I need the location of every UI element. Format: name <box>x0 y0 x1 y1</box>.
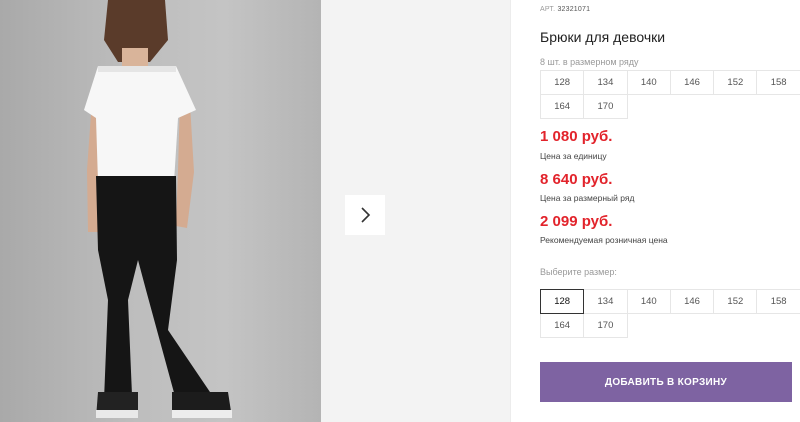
add-to-cart-button[interactable]: ДОБАВИТЬ В КОРЗИНУ <box>540 362 792 402</box>
series-size-cell: 170 <box>583 94 628 119</box>
choose-size-label: Выберите размер: <box>540 267 617 277</box>
product-gallery <box>0 0 510 422</box>
size-option-170[interactable]: 170 <box>583 313 628 338</box>
next-image-button[interactable] <box>345 195 385 235</box>
chevron-right-icon <box>361 207 371 223</box>
series-size-cell: 164 <box>540 94 585 119</box>
size-option-134[interactable]: 134 <box>583 289 628 314</box>
size-option-146[interactable]: 146 <box>669 289 715 314</box>
size-select-grid: 128 134 140 146 152 158 164 170 <box>540 289 800 338</box>
series-size-cell: 128 <box>540 70 585 95</box>
size-series-grid: 128 134 140 146 152 158 164 170 <box>540 70 800 119</box>
article-label: АРТ. <box>540 6 556 13</box>
product-photo-illustration <box>84 0 232 418</box>
size-series-label: 8 шт. в размерном ряду <box>540 57 639 67</box>
product-title: Брюки для девочки <box>540 29 666 45</box>
unit-price-note: Цена за единицу <box>540 151 607 161</box>
size-option-164[interactable]: 164 <box>540 313 585 338</box>
series-size-cell: 158 <box>756 70 800 95</box>
size-option-158[interactable]: 158 <box>756 289 800 314</box>
size-option-152[interactable]: 152 <box>713 289 758 314</box>
article-number: АРТ. 32321071 <box>540 6 590 13</box>
series-price: 8 640 руб. <box>540 171 613 188</box>
article-value: 32321071 <box>557 6 591 13</box>
series-size-cell: 140 <box>626 70 671 95</box>
retail-price: 2 099 руб. <box>540 213 613 230</box>
panel-divider <box>510 0 511 422</box>
series-size-cell: 134 <box>583 70 628 95</box>
size-option-140[interactable]: 140 <box>626 289 671 314</box>
unit-price: 1 080 руб. <box>540 128 613 145</box>
series-size-cell: 152 <box>713 70 758 95</box>
series-price-note: Цена за размерный ряд <box>540 193 635 203</box>
product-photo <box>0 0 321 422</box>
retail-price-note: Рекомендуемая розничная цена <box>540 235 668 245</box>
series-size-cell: 146 <box>669 70 715 95</box>
size-option-128[interactable]: 128 <box>540 289 585 314</box>
